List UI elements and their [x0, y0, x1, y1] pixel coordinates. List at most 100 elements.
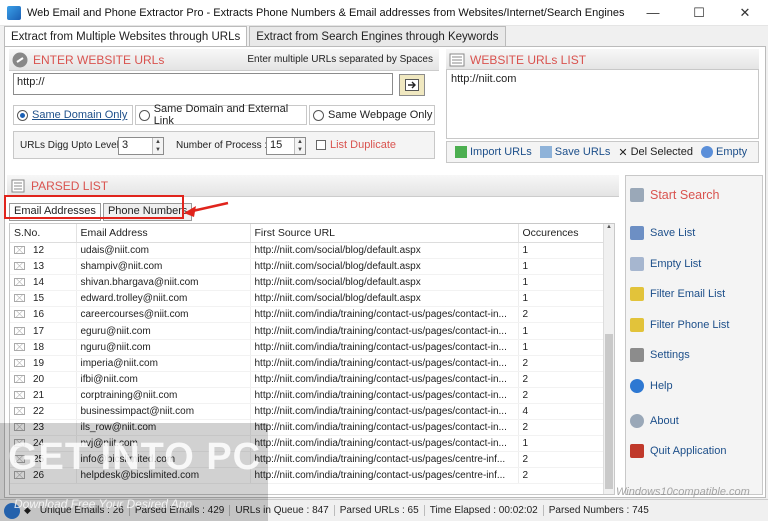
- website-urls-listbox[interactable]: http://niit.com: [446, 69, 759, 139]
- del-selected-button[interactable]: ✕ Del Selected: [618, 146, 693, 159]
- cell-sno: 16: [10, 306, 77, 324]
- close-button[interactable]: ✕: [722, 0, 768, 26]
- table-row[interactable]: 16 careercourses@niit.com http://niit.com/…: [10, 306, 605, 324]
- cell-occurences: 2: [518, 371, 605, 388]
- stepper-arrows-icon[interactable]: ▲ ▼: [294, 138, 305, 154]
- delete-icon: ✕: [618, 146, 628, 159]
- help-button[interactable]: Help: [630, 379, 673, 393]
- cell-email: eguru@niit.com: [76, 322, 251, 340]
- table-row[interactable]: 18 nguru@niit.com http://niit.com/india/tr…: [10, 339, 605, 356]
- cell-text: 4: [522, 405, 529, 417]
- stepper-arrows-icon[interactable]: ▲ ▼: [152, 138, 163, 154]
- cell-text: http://niit.com/social/blog/default.aspx: [254, 245, 421, 257]
- cell-occurences: 1: [518, 274, 605, 292]
- mail-icon: [14, 310, 25, 319]
- maximize-button[interactable]: ☐: [676, 0, 722, 26]
- radio-external-link[interactable]: [139, 109, 150, 121]
- cell-sno: 13: [10, 258, 77, 276]
- table-row[interactable]: 22 businessimpact@niit.com http://niit.com…: [10, 403, 605, 421]
- cell-text: 2: [522, 357, 529, 369]
- url-input[interactable]: http://: [13, 73, 393, 95]
- cell-text: http://niit.com/india/training/contact-u…: [254, 325, 507, 337]
- option-external-link[interactable]: Same Domain and External Link: [135, 103, 307, 127]
- column-header-source[interactable]: First Source URL: [250, 224, 519, 243]
- empty-urls-button[interactable]: Empty: [700, 146, 747, 158]
- column-header-sno[interactable]: S.No.: [10, 224, 77, 243]
- table-row[interactable]: 21 corptraining@niit.com http://niit.com/i…: [10, 387, 605, 404]
- column-header-occurences[interactable]: Occurences: [518, 224, 605, 243]
- cell-occurences: 1: [518, 339, 605, 356]
- minimize-button[interactable]: —: [630, 0, 676, 26]
- cell-text: ifbi@niit.com: [80, 373, 138, 385]
- cell-sno: 15: [10, 290, 77, 308]
- urls-hint: Enter multiple URLs separated by Spaces: [247, 54, 433, 65]
- cell-source: http://niit.com/india/training/contact-u…: [250, 419, 519, 437]
- cell-text: 12: [33, 245, 45, 257]
- table-row[interactable]: 12 udais@niit.com http://niit.com/social/b…: [10, 242, 605, 260]
- tab-search-engines[interactable]: Extract from Search Engines through Keyw…: [249, 26, 506, 46]
- tab-multiple-websites[interactable]: Extract from Multiple Websites through U…: [4, 26, 248, 47]
- filter-email-button[interactable]: Filter Email List: [630, 287, 725, 301]
- cell-occurences: 1: [518, 242, 605, 260]
- save-urls-button[interactable]: Save URLs: [539, 146, 610, 158]
- about-button[interactable]: About: [630, 414, 679, 428]
- quit-button[interactable]: Quit Application: [630, 444, 726, 458]
- cell-source: http://niit.com/india/training/contact-u…: [250, 451, 519, 469]
- process-count-label: Number of Process :: [176, 140, 268, 151]
- scroll-up-icon[interactable]: ▲: [604, 224, 614, 234]
- import-urls-button[interactable]: Import URLs: [455, 146, 532, 158]
- cell-text: http://niit.com/india/training/contact-u…: [254, 438, 507, 450]
- cell-text: http://niit.com/india/training/contact-u…: [254, 309, 507, 321]
- mail-icon: [14, 374, 25, 383]
- table-row[interactable]: 17 eguru@niit.com http://niit.com/india/tr…: [10, 322, 605, 340]
- start-search-button[interactable]: Start Search: [630, 188, 719, 202]
- cell-text: http://niit.com/india/training/contact-u…: [254, 470, 506, 482]
- link-icon: [9, 49, 31, 71]
- cell-text: 1: [522, 245, 529, 257]
- option-same-domain[interactable]: Same Domain Only: [13, 105, 133, 125]
- cell-sno: 18: [10, 339, 77, 356]
- cell-text: eguru@niit.com: [80, 325, 151, 337]
- action-sidebar: Start Search Save List Empty List Filter…: [625, 175, 763, 495]
- cell-sno: 20: [10, 371, 77, 388]
- parsed-list-title: PARSED LIST: [31, 178, 109, 193]
- table-row[interactable]: 15 edward.trolley@niit.com http://niit.com…: [10, 290, 605, 308]
- table-row[interactable]: 13 shampiv@niit.com http://niit.com/social…: [10, 258, 605, 276]
- column-header-email[interactable]: Email Address: [76, 224, 251, 243]
- grid-scrollbar[interactable]: ▲: [603, 224, 614, 494]
- cell-text: 2: [522, 389, 529, 401]
- add-url-button[interactable]: [399, 74, 425, 96]
- save-list-button[interactable]: Save List: [630, 226, 695, 240]
- cell-source: http://niit.com/india/training/contact-u…: [250, 435, 519, 453]
- cell-text: udais@niit.com: [80, 245, 150, 257]
- table-row[interactable]: 14 shivan.bhargava@niit.com http://niit.co…: [10, 274, 605, 292]
- cell-text: 1: [522, 325, 529, 337]
- radio-same-webpage[interactable]: [313, 109, 324, 121]
- option-same-webpage[interactable]: Same Webpage Only: [309, 105, 435, 125]
- list-item[interactable]: http://niit.com: [451, 73, 754, 85]
- cell-text: careercourses@niit.com: [80, 309, 189, 321]
- annotation-highlight: [4, 195, 184, 219]
- cell-text: http://niit.com/india/training/contact-u…: [254, 454, 506, 466]
- radio-same-domain[interactable]: [17, 109, 28, 121]
- parsed-list-header: PARSED LIST: [7, 175, 619, 197]
- list-duplicate-checkbox[interactable]: [316, 140, 326, 150]
- mail-icon: [14, 262, 25, 271]
- cell-text: 16: [33, 309, 45, 321]
- process-count-stepper[interactable]: 15 ▲ ▼: [266, 137, 306, 155]
- filter-phone-button[interactable]: Filter Phone List: [630, 318, 729, 332]
- digg-level-stepper[interactable]: 3 ▲ ▼: [118, 137, 164, 155]
- scroll-thumb[interactable]: [605, 334, 613, 489]
- settings-button[interactable]: Settings: [630, 348, 690, 362]
- table-row[interactable]: 20 ifbi@niit.com http://niit.com/india/tra…: [10, 371, 605, 388]
- status-parsed-numbers: Parsed Numbers : 745: [548, 505, 649, 516]
- cell-source: http://niit.com/india/training/contact-u…: [250, 371, 519, 388]
- empty-list-button[interactable]: Empty List: [630, 257, 701, 271]
- cell-text: shivan.bhargava@niit.com: [80, 277, 199, 289]
- cell-source: http://niit.com/india/training/contact-u…: [250, 403, 519, 421]
- cell-text: edward.trolley@niit.com: [80, 293, 188, 305]
- cell-source: http://niit.com/india/training/contact-u…: [250, 339, 519, 356]
- cell-sno: 21: [10, 387, 77, 404]
- table-row[interactable]: 19 imperia@niit.com http://niit.com/india/…: [10, 355, 605, 372]
- exit-icon: [630, 444, 644, 458]
